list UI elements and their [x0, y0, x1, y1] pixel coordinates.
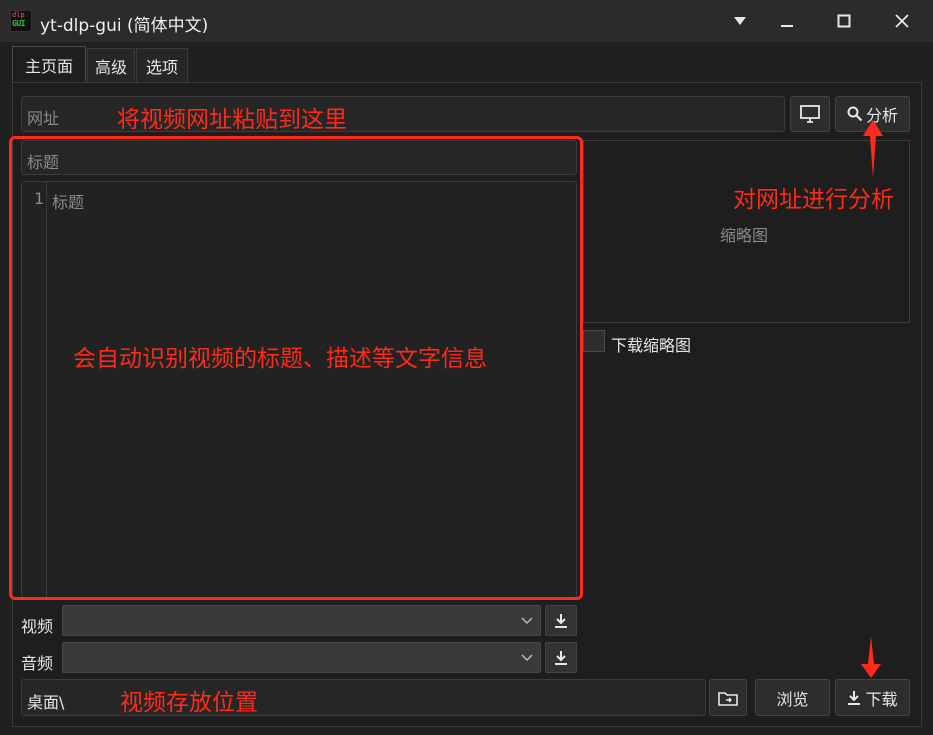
annotation-url-hint: 将视频网址粘贴到这里 [117, 107, 347, 133]
monitor-icon [800, 105, 820, 123]
window-title: yt-dlp-gui (简体中文) [40, 16, 209, 36]
audio-download-button[interactable] [545, 642, 577, 673]
video-download-button[interactable] [545, 605, 577, 636]
download-thumbnail-checkbox[interactable] [583, 330, 605, 352]
browse-button[interactable]: 浏览 [755, 679, 830, 716]
annotation-analyze-hint: 对网址进行分析 [733, 187, 894, 213]
open-folder-button[interactable] [709, 679, 747, 716]
download-button[interactable]: 下载 [835, 679, 910, 716]
tab-advanced[interactable]: 高级 [87, 48, 135, 82]
annotation-info-hint: 会自动识别视频的标题、描述等文字信息 [73, 346, 487, 372]
minimize-icon [781, 25, 793, 27]
title-bar[interactable]: dlp GUI yt-dlp-gui (简体中文) [0, 0, 933, 42]
video-label: 视频 [21, 617, 54, 636]
thumbnail-placeholder: 缩略图 [720, 226, 769, 245]
thumbnail-box: 缩略图 [583, 140, 910, 323]
close-button[interactable] [887, 8, 917, 34]
save-path-value: 桌面\ [27, 693, 65, 712]
download-icon [555, 650, 567, 665]
app-icon-text-top: dlp [12, 11, 25, 19]
maximize-icon [837, 14, 851, 28]
maximize-button[interactable] [829, 8, 859, 34]
tab-main[interactable]: 主页面 [12, 46, 86, 83]
download-thumbnail-label: 下载缩略图 [611, 336, 692, 355]
audio-label: 音频 [21, 654, 54, 673]
dropdown-button[interactable] [725, 8, 755, 34]
audio-format-select[interactable] [62, 642, 541, 673]
download-button-label: 下载 [865, 689, 898, 709]
chevron-down-icon [521, 617, 533, 625]
monitor-button[interactable] [790, 96, 830, 132]
minimize-button[interactable] [772, 8, 802, 34]
url-placeholder: 网址 [27, 109, 60, 128]
folder-open-icon [718, 691, 738, 706]
app-icon: dlp GUI [10, 10, 32, 32]
annotation-arrow-down [861, 636, 881, 678]
annotation-arrow-up [863, 120, 883, 178]
video-format-select[interactable] [62, 605, 541, 636]
browse-button-label: 浏览 [776, 689, 809, 709]
app-icon-text-bottom: GUI [12, 19, 25, 28]
download-icon [555, 613, 567, 628]
download-icon [848, 690, 861, 705]
chevron-down-icon [734, 17, 746, 25]
search-icon [847, 106, 863, 122]
tab-options[interactable]: 选项 [136, 48, 188, 82]
close-icon [895, 14, 909, 28]
chevron-down-icon [521, 654, 533, 662]
annotation-save-hint: 视频存放位置 [120, 690, 258, 716]
